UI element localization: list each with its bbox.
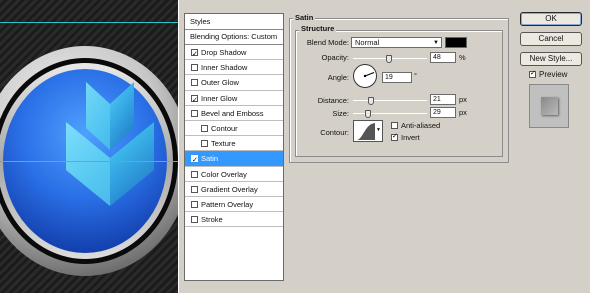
distance-slider-thumb[interactable] [368,97,374,105]
blend-mode-select[interactable]: Normal ▼ [351,37,442,48]
style-item-label: Pattern Overlay [201,199,254,209]
new-style-button[interactable]: New Style... [520,52,582,66]
size-unit: px [459,108,467,117]
invert-label: Invert [401,133,420,142]
canvas-preview [0,0,178,293]
style-item-bevel-and-emboss[interactable]: Bevel and Emboss [185,106,283,121]
style-item-gradient-overlay[interactable]: Gradient Overlay [185,182,283,197]
distance-slider-track[interactable] [353,100,427,101]
opacity-slider-thumb[interactable] [386,55,392,63]
invert-checkbox[interactable]: Invert [391,132,420,142]
style-preview-square [541,97,558,115]
structure-title: Structure [299,24,337,33]
style-item-contour[interactable]: Contour [185,121,283,137]
styles-header[interactable]: Styles [185,14,283,30]
style-item-checkbox[interactable] [201,140,208,148]
style-item-label: Inner Glow [201,93,238,103]
angle-dial[interactable] [353,64,377,88]
style-item-label: Drop Shadow [201,48,247,57]
preview-checkbox[interactable]: Preview [529,69,568,79]
anti-aliased-label: Anti-aliased [401,121,441,130]
style-item-label: Texture [211,139,236,149]
style-item-label: Color Overlay [201,169,247,179]
style-item-checkbox[interactable] [191,93,198,108]
preview-checkbox-box[interactable] [529,69,536,78]
style-item-label: Satin [201,154,219,164]
guide-line [0,22,178,23]
angle-input[interactable]: 19 [382,72,412,83]
opacity-input[interactable]: 48 [430,52,456,63]
style-item-checkbox[interactable] [191,153,198,168]
style-item-label: Inner Shadow [201,63,248,73]
style-item-checkbox[interactable] [191,185,198,193]
style-item-checkbox[interactable] [191,64,198,72]
satin-color-swatch[interactable] [445,37,467,48]
opacity-label: Opacity: [321,53,349,62]
style-preview-thumbnail [529,84,569,128]
style-item-checkbox[interactable] [191,109,198,117]
distance-label: Distance: [317,96,349,105]
angle-unit: ° [414,71,417,80]
angle-dial-needle [363,72,375,78]
size-input[interactable]: 29 [430,107,456,118]
style-item-label: Stroke [201,215,223,225]
style-item-drop-shadow[interactable]: Drop Shadow [185,45,283,62]
style-item-checkbox[interactable] [191,47,198,62]
angle-label: Angle: [327,73,349,82]
size-slider-thumb[interactable] [365,110,371,118]
style-item-checkbox[interactable] [191,200,198,208]
style-item-checkbox[interactable] [191,216,198,224]
satin-title: Satin [293,13,316,22]
style-item-label: Bevel and Emboss [201,108,264,118]
anti-aliased-checkbox-box[interactable] [391,122,398,129]
chevron-graphic [66,82,154,206]
styles-list: Styles Blending Options: Custom Drop Sha… [184,13,284,281]
style-item-pattern-overlay[interactable]: Pattern Overlay [185,197,283,213]
contour-label: Contour: [320,128,349,137]
style-item-checkbox[interactable] [201,124,208,132]
opacity-unit: % [459,53,466,62]
blending-options[interactable]: Blending Options: Custom [185,30,283,45]
style-item-inner-glow[interactable]: Inner Glow [185,91,283,108]
style-item-checkbox[interactable] [191,170,198,178]
style-item-label: Gradient Overlay [201,184,258,194]
preview-label: Preview [539,70,568,79]
invert-checkbox-box[interactable] [391,132,398,141]
chevron-down-icon: ▼ [433,40,439,46]
contour-picker[interactable]: ▼ [353,120,383,142]
chevron-down-icon: ▼ [376,127,381,133]
style-item-satin[interactable]: Satin [185,151,283,168]
style-item-checkbox[interactable] [191,79,198,87]
style-item-inner-shadow[interactable]: Inner Shadow [185,60,283,76]
style-item-label: Outer Glow [201,78,239,88]
guide-line [0,161,178,162]
contour-curve-icon [357,123,375,140]
style-item-stroke[interactable]: Stroke [185,212,283,228]
style-item-outer-glow[interactable]: Outer Glow [185,75,283,91]
blend-mode-value: Normal [355,38,380,47]
distance-input[interactable]: 21 [430,94,456,105]
style-item-label: Contour [211,123,238,133]
distance-unit: px [459,95,467,104]
style-item-texture[interactable]: Texture [185,136,283,152]
size-label: Size: [332,109,349,118]
ok-button[interactable]: OK [520,12,582,26]
cancel-button[interactable]: Cancel [520,32,582,46]
anti-aliased-checkbox[interactable]: Anti-aliased [391,121,440,130]
blend-mode-label: Blend Mode: [306,38,349,47]
layer-style-dialog: Styles Blending Options: Custom Drop Sha… [178,0,590,293]
style-item-color-overlay[interactable]: Color Overlay [185,167,283,182]
